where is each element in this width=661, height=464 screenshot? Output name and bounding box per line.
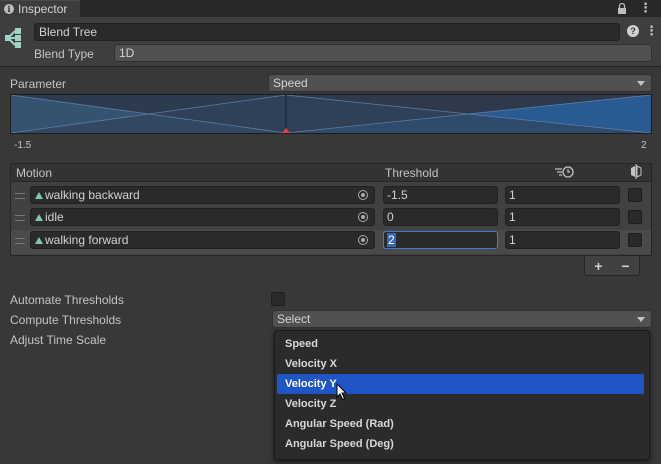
object-picker-icon[interactable] (358, 235, 368, 245)
motion-field-idle[interactable]: idle (30, 208, 375, 226)
speed-field[interactable]: 1 (505, 208, 620, 226)
time-scale-icon (555, 166, 574, 178)
motion-field-walking-forward[interactable]: walking forward (30, 231, 375, 249)
blend-graph-canvas (11, 95, 651, 133)
mouse-cursor-icon (336, 383, 348, 401)
compute-thresholds-label: Compute Thresholds (10, 313, 122, 327)
motion-name: walking backward (45, 188, 140, 202)
blend-type-dropdown[interactable]: 1D (114, 44, 652, 62)
remove-motion-button[interactable]: − (621, 258, 629, 274)
name-field-value: Blend Tree (39, 25, 98, 39)
lock-icon[interactable] (617, 2, 627, 15)
speed-value: 1 (509, 233, 516, 247)
menu-item-velocity-z[interactable]: Velocity Z (277, 394, 644, 414)
threshold-field[interactable]: -1.5 (383, 186, 498, 204)
blend-type-value: 1D (119, 46, 135, 60)
compute-thresholds-menu: Speed Velocity X Velocity Y Velocity Z A… (274, 330, 650, 460)
automate-thresholds-label: Automate Thresholds (10, 293, 124, 307)
menu-item-speed[interactable]: Speed (277, 334, 644, 354)
speed-field[interactable]: 1 (505, 231, 620, 249)
add-motion-button[interactable]: + (594, 258, 602, 274)
motion-name: walking forward (45, 233, 129, 247)
drag-handle-icon[interactable] (15, 193, 25, 199)
speed-field[interactable]: 1 (505, 186, 620, 204)
mirror-icon (631, 164, 642, 179)
speed-value: 1 (509, 210, 516, 224)
threshold-field[interactable]: 0 (383, 208, 498, 226)
graph-max-label: 2 (641, 140, 647, 151)
info-icon: i (4, 4, 14, 14)
tab-inspector-label: Inspector (18, 2, 68, 16)
blend-type-label: Blend Type (34, 47, 94, 61)
blend-graph[interactable] (10, 94, 652, 134)
header-kebab-menu-icon[interactable]: ⋮ (645, 24, 658, 37)
compute-thresholds-value: Select (277, 312, 311, 326)
motion-column-header: Motion (16, 166, 53, 180)
name-field[interactable]: Blend Tree (34, 23, 620, 41)
drag-handle-icon[interactable] (15, 238, 25, 244)
animation-clip-icon (35, 236, 43, 244)
help-icon[interactable]: ? (627, 25, 639, 37)
drag-handle-icon[interactable] (15, 215, 25, 221)
automate-thresholds-checkbox[interactable] (271, 292, 285, 306)
chevron-down-icon (637, 81, 645, 86)
parameter-label: Parameter (10, 77, 67, 91)
mirror-checkbox[interactable] (628, 188, 642, 202)
object-picker-icon[interactable] (358, 212, 368, 222)
threshold-value: 2 (387, 233, 396, 247)
tab-inspector[interactable]: i Inspector (0, 0, 80, 17)
motion-field-walking-backward[interactable]: walking backward (30, 186, 375, 204)
threshold-value: 0 (387, 210, 394, 224)
menu-item-velocity-y[interactable]: Velocity Y (277, 374, 644, 394)
menu-item-angular-speed-rad[interactable]: Angular Speed (Rad) (277, 414, 644, 434)
graph-min-label: -1.5 (14, 140, 32, 151)
threshold-value: -1.5 (387, 188, 408, 202)
adjust-time-scale-label: Adjust Time Scale (10, 333, 107, 347)
animation-clip-icon (35, 213, 43, 221)
blend-tree-icon (5, 28, 21, 48)
menu-item-velocity-x[interactable]: Velocity X (277, 354, 644, 374)
object-picker-icon[interactable] (358, 190, 368, 200)
tab-bar (0, 0, 661, 17)
kebab-menu-icon[interactable]: ⋮ (639, 1, 652, 14)
threshold-column-header: Threshold (385, 166, 439, 180)
mirror-checkbox[interactable] (628, 233, 642, 247)
menu-item-angular-speed-deg[interactable]: Angular Speed (Deg) (277, 434, 644, 454)
parameter-dropdown[interactable]: Speed (268, 74, 652, 92)
motion-name: idle (45, 210, 64, 224)
compute-thresholds-dropdown[interactable]: Select (272, 310, 652, 328)
chevron-down-icon (637, 317, 645, 322)
parameter-value: Speed (273, 76, 308, 90)
speed-value: 1 (509, 188, 516, 202)
animation-clip-icon (35, 191, 43, 199)
mirror-checkbox[interactable] (628, 210, 642, 224)
list-footer: + − (584, 256, 640, 276)
threshold-field-focused[interactable]: 2 (383, 231, 498, 249)
